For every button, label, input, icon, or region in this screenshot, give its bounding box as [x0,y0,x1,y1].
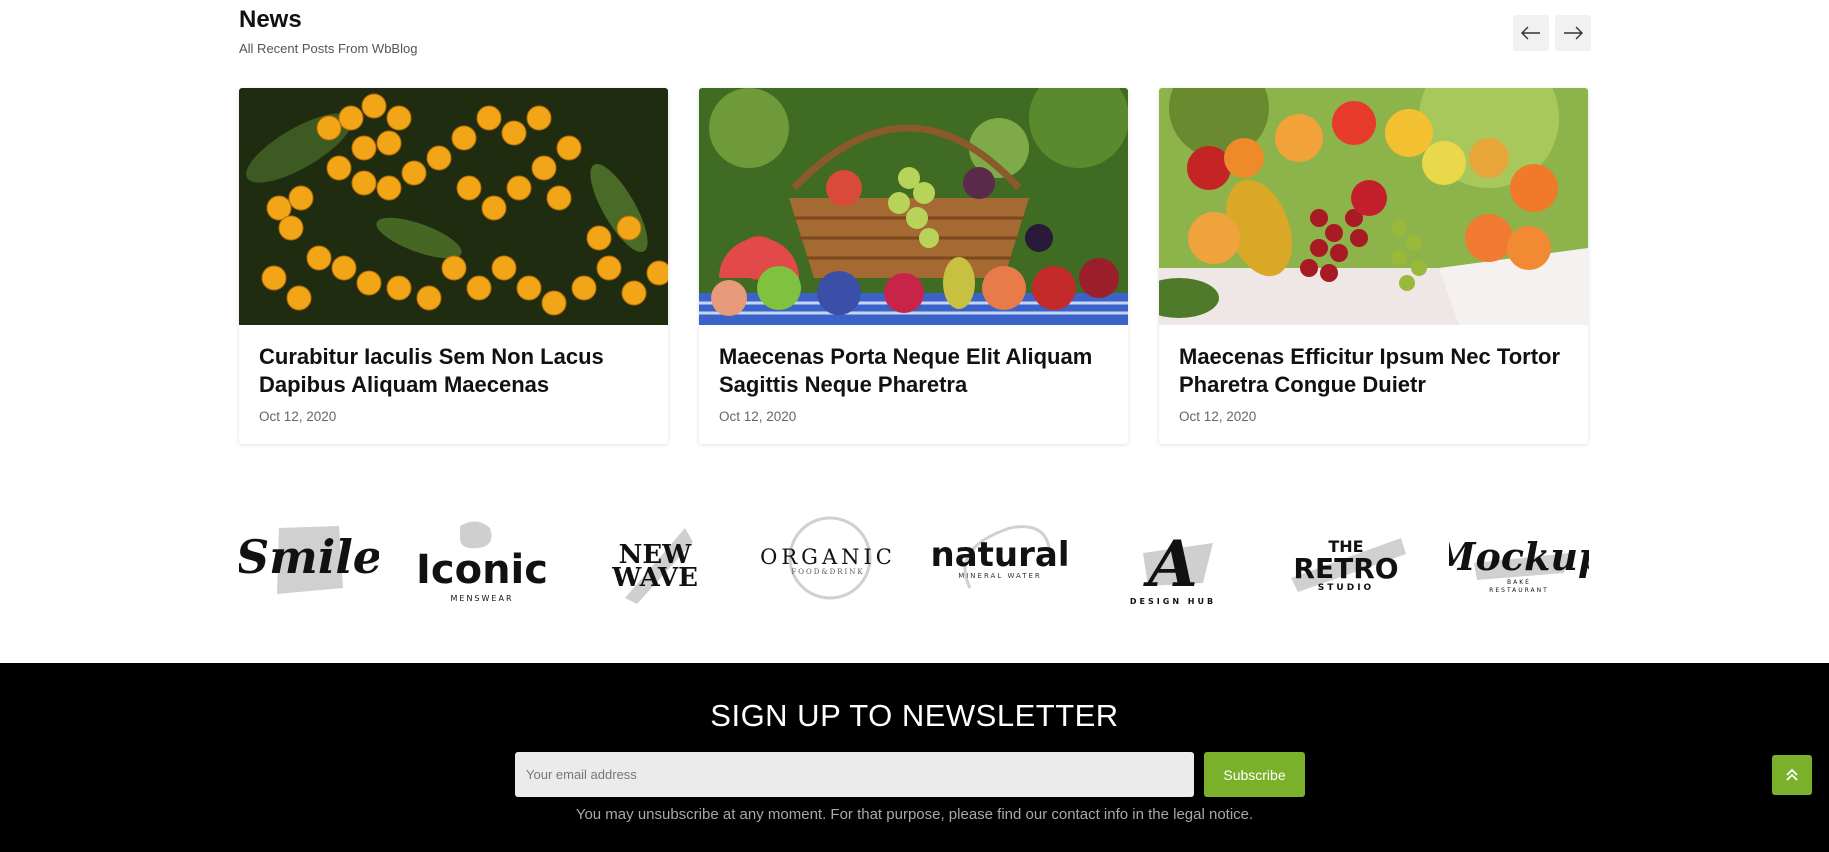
news-header: News All Recent Posts From WbBlog [239,5,417,56]
arrow-right-icon [1564,26,1583,40]
brand-logo-organic[interactable]: ORGANIC FOOD&DRINK [758,508,898,608]
brand-logo-the-retro[interactable]: THE RETRO STUDIO [1276,508,1416,608]
back-to-top-button[interactable] [1772,755,1812,795]
brand-name: natural [931,535,1070,575]
brand-tag: MENSWEAR [450,594,513,603]
brand-tag: MINERAL WATER [959,572,1043,580]
post-image-fruit-table[interactable] [1159,88,1588,325]
post-date: Oct 12, 2020 [259,409,337,424]
brand-logo-design-hub[interactable]: A DESIGN HUB [1103,508,1243,608]
brand-name: Iconic [416,547,548,593]
brand-logo-mockup[interactable]: Mockup BAKE RESTAURANT [1449,508,1589,608]
post-card[interactable]: Maecenas Porta Neque Elit Aliquam Sagitt… [699,88,1128,444]
brand-logo-new-wave[interactable]: NEW WAVE [585,508,725,608]
news-subtitle: All Recent Posts From WbBlog [239,41,418,56]
brand-tag: STUDIO [1318,583,1374,593]
brand-logo-natural[interactable]: natural MINERAL WATER [930,508,1070,608]
post-date: Oct 12, 2020 [719,409,797,424]
brand-logo-smile[interactable]: Smile [239,508,379,608]
svg-text:BAKE: BAKE [1507,579,1531,586]
post-image-berries[interactable] [239,88,668,325]
brand-logos: Smile Iconic MENSWEAR NEW WAVE ORGANIC F… [239,508,1589,608]
prev-button[interactable] [1513,15,1549,51]
svg-text:WAVE: WAVE [611,563,698,593]
post-card[interactable]: Maecenas Efficitur Ipsum Nec Tortor Phar… [1159,88,1588,444]
newsletter-title: SIGN UP TO NEWSLETTER [710,698,1119,733]
brand-name: ORGANIC [760,545,896,569]
carousel-nav [1513,15,1591,51]
brand-name: Mockup [1449,534,1589,579]
brand-tag: DESIGN HUB [1130,597,1216,606]
post-title[interactable]: Curabitur Iaculis Sem Non Lacus Dapibus … [259,343,648,399]
arrow-left-icon [1521,26,1540,40]
post-card[interactable]: Curabitur Iaculis Sem Non Lacus Dapibus … [239,88,668,444]
post-title[interactable]: Maecenas Porta Neque Elit Aliquam Sagitt… [719,343,1108,399]
email-input[interactable] [515,752,1194,797]
post-date: Oct 12, 2020 [1179,409,1257,424]
brand-logo-iconic[interactable]: Iconic MENSWEAR [412,508,552,608]
post-image-basket[interactable] [699,88,1128,325]
news-title: News [239,6,302,33]
subscribe-button[interactable]: Subscribe [1204,752,1305,797]
brand-name: A [1143,527,1198,602]
posts-carousel: Curabitur Iaculis Sem Non Lacus Dapibus … [239,88,1588,444]
svg-text:RETRO: RETRO [1293,552,1398,585]
next-button[interactable] [1555,15,1591,51]
post-title[interactable]: Maecenas Efficitur Ipsum Nec Tortor Phar… [1179,343,1568,399]
chevron-double-up-icon [1786,768,1798,781]
newsletter-section: SIGN UP TO NEWSLETTER Subscribe You may … [0,663,1829,852]
brand-name: Smile [239,530,379,584]
svg-text:RESTAURANT: RESTAURANT [1489,587,1549,594]
brand-tag: FOOD&DRINK [791,568,864,576]
newsletter-note: You may unsubscribe at any moment. For t… [575,806,1254,823]
